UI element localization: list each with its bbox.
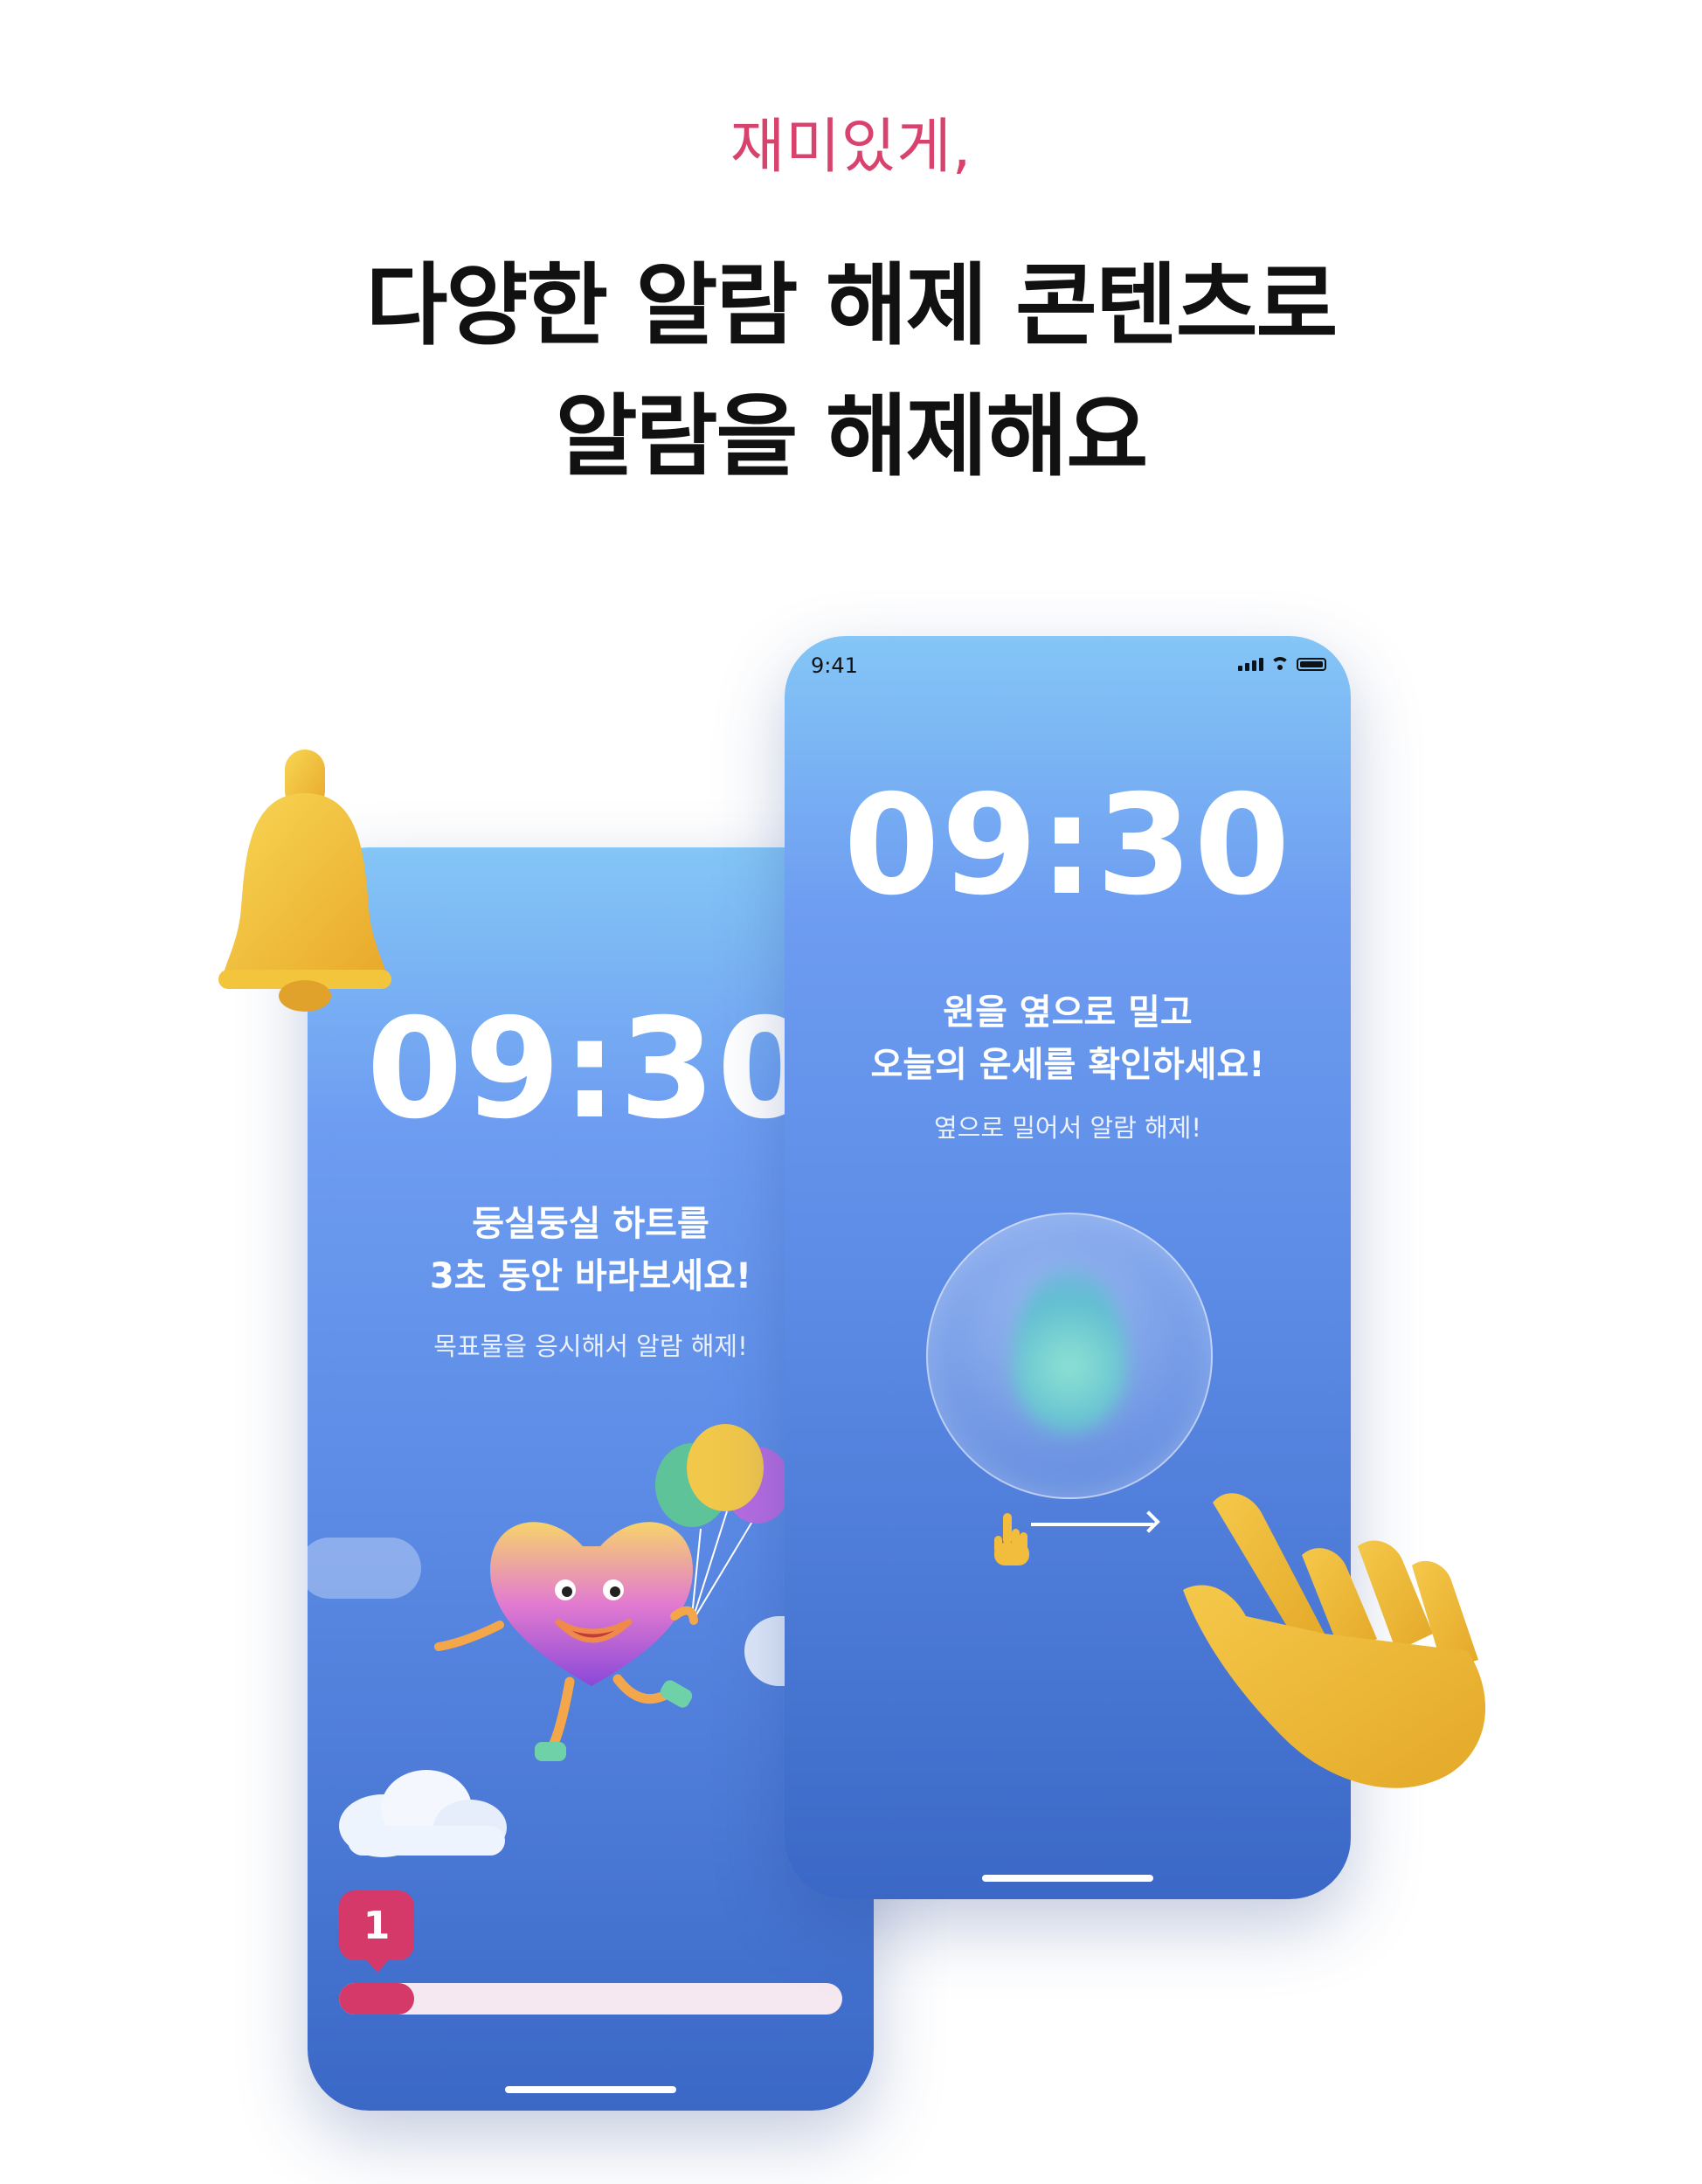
headline-line-2: 알람을 해제해요 bbox=[555, 385, 1148, 489]
instruction-line-2: 오늘의 운세를 확인하세요! bbox=[870, 1045, 1265, 1085]
status-icons bbox=[1238, 657, 1326, 671]
fortune-drop bbox=[1012, 1267, 1127, 1433]
home-indicator[interactable] bbox=[505, 2086, 676, 2093]
instruction-line-1: 원을 옆으로 밀고 bbox=[943, 992, 1193, 1033]
home-indicator[interactable] bbox=[982, 1875, 1153, 1882]
signal-icon bbox=[1238, 658, 1263, 671]
status-time: 9:41 bbox=[811, 653, 858, 678]
eyebrow-text: 재미있게, bbox=[730, 113, 972, 182]
heart-character-icon bbox=[434, 1424, 791, 1761]
battery-icon bbox=[1297, 658, 1326, 671]
fortune-orb[interactable] bbox=[926, 1213, 1213, 1499]
cloud-icon bbox=[308, 1538, 421, 1599]
hand-pointer-icon bbox=[1183, 1493, 1486, 1788]
gaze-count-badge: 1 bbox=[339, 1890, 414, 1973]
gaze-progress-fill bbox=[339, 1983, 415, 2015]
alarm-clock-time: 09:30 bbox=[843, 765, 1292, 926]
bell-icon bbox=[218, 750, 391, 1012]
instruction-subtext: 옆으로 밀어서 알람 해제! bbox=[933, 1113, 1202, 1143]
arrow-right-icon bbox=[1031, 1523, 1153, 1526]
small-hand-icon bbox=[994, 1513, 1029, 1565]
wifi-icon bbox=[1270, 657, 1290, 671]
headline-line-1: 다양한 알람 해제 콘텐츠로 bbox=[365, 254, 1339, 358]
gaze-progress-bar bbox=[339, 1983, 842, 2015]
